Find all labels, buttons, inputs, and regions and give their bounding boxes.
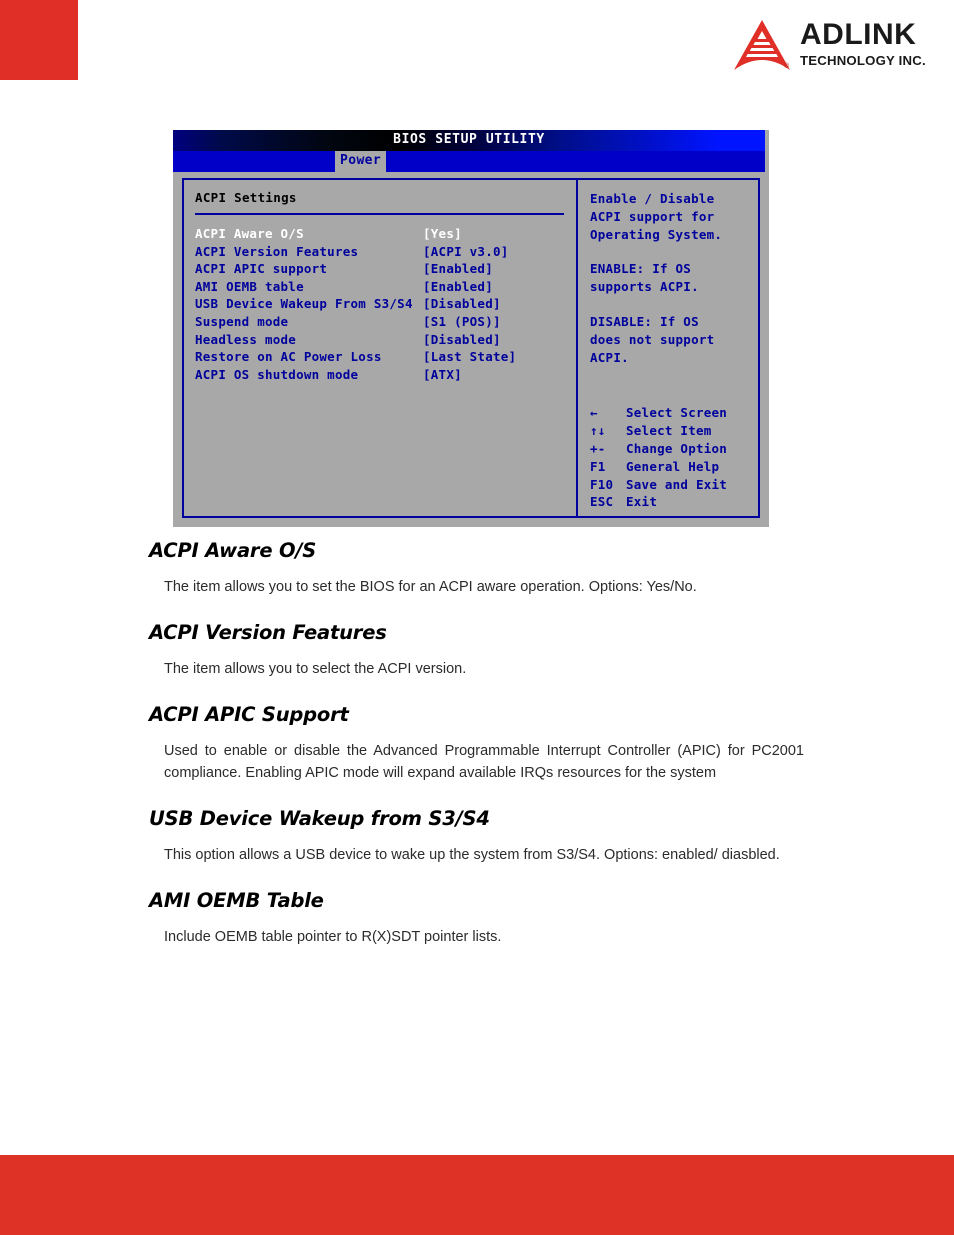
bios-tab-bar: Power [173,151,765,172]
option-label: Restore on AC Power Loss [195,349,382,365]
tab-power[interactable]: Power [335,151,387,172]
header-corner-block [0,0,78,80]
key-hint-key: F1 [590,458,606,474]
option-value: [ACPI v3.0] [423,243,509,259]
bios-body: ACPI Settings ACPI Aware O/S [Yes] ACPI … [173,172,769,527]
key-hint-row: ↑↓ Select Item [590,422,758,440]
section-body: Used to enable or disable the Advanced P… [164,743,804,781]
key-hint-desc: Change Option [626,440,728,456]
registered-mark: ® [784,63,790,70]
key-hint-desc: General Help [626,458,720,474]
section-title: AMI OEMB Table [149,889,324,912]
help-text: Enable / Disable [590,191,715,206]
section-body: This option allows a USB device to wake … [164,847,780,863]
section-title: ACPI Aware O/S [149,539,317,562]
doc-section: USB Device Wakeup from S3/S4 This option… [149,808,809,866]
bios-settings-panel: ACPI Settings ACPI Aware O/S [Yes] ACPI … [182,178,576,518]
bios-option-row[interactable]: AMI OEMB table [Enabled] [195,278,576,296]
option-value: [S1 (POS)] [423,313,501,329]
option-label: ACPI OS shutdown mode [195,366,359,382]
option-label: ACPI Version Features [195,243,359,259]
section-body: The item allows you to set the BIOS for … [164,579,697,595]
key-hint-desc: Save and Exit [626,476,728,492]
option-value: [Enabled] [423,278,493,294]
bios-option-row[interactable]: Headless mode [Disabled] [195,331,576,349]
help-text: ACPI support for [590,208,715,224]
key-hint-row: ESC Exit [590,493,758,511]
key-hint-row: +- Change Option [590,440,758,458]
key-hint-key: ← [590,405,598,421]
key-hint-desc: Select Screen [626,405,728,421]
section-body: Include OEMB table pointer to R(X)SDT po… [164,929,502,945]
key-hint-desc: Exit [626,494,658,510]
key-hint-desc: Select Item [626,423,712,439]
section-title: ACPI APIC Support [149,703,349,726]
key-hint-key: ESC [590,494,614,510]
bios-option-row[interactable]: ACPI OS shutdown mode [ATX] [195,366,576,384]
bios-option-row[interactable]: Restore on AC Power Loss [Last State] [195,348,576,366]
bios-option-row[interactable]: USB Device Wakeup From S3/S4 [Disabled] [195,295,576,313]
bios-option-row[interactable]: ACPI APIC support [Enabled] [195,260,576,278]
key-hint-key: +- [590,440,606,456]
option-value: [Enabled] [423,261,493,277]
adlink-wordmark: ADLINK TECHNOLOGY INC. [800,20,932,69]
logo-subtitle: TECHNOLOGY INC. [800,53,926,68]
option-value: [Disabled] [423,296,501,312]
option-value: [Yes] [423,226,462,241]
key-hint-row: F10 Save and Exit [590,476,758,494]
option-label: Headless mode [195,331,297,347]
help-text: ENABLE: If OS [590,261,692,277]
help-text: Operating System. [590,226,723,242]
settings-divider [195,213,564,215]
bios-option-row[interactable]: ACPI Aware O/S [Yes] [195,225,576,243]
doc-section: ACPI Version Features The item allows yo… [149,622,809,680]
doc-section: ACPI Aware O/S The item allows you to se… [149,540,809,598]
footer-band [0,1155,954,1235]
help-text: DISABLE: If OS [590,313,699,329]
option-label: ACPI APIC support [195,261,328,277]
option-value: [ATX] [423,366,462,382]
option-label: Suspend mode [195,313,289,329]
help-text: does not support [590,331,715,347]
option-label: AMI OEMB table [195,278,304,294]
bios-option-row[interactable]: Suspend mode [S1 (POS)] [195,313,576,331]
section-title: ACPI Version Features [149,621,387,644]
bios-title: BIOS SETUP UTILITY [393,132,545,147]
key-hint-key: F10 [590,476,614,492]
key-hint-key: ↑↓ [590,423,606,439]
document-body: ACPI Aware O/S The item allows you to se… [149,540,809,972]
help-text: supports ACPI. [590,279,699,295]
settings-heading: ACPI Settings [195,190,297,205]
logo-word: ADLINK [800,18,917,51]
adlink-logo: ® ADLINK TECHNOLOGY INC. [722,16,932,78]
option-value: [Last State] [423,349,517,365]
key-hint-row: F1 General Help [590,458,758,476]
help-text: ACPI. [590,349,629,365]
doc-section: ACPI APIC Support Used to enable or disa… [149,704,809,784]
bios-title-bar: BIOS SETUP UTILITY [173,130,765,151]
section-body: The item allows you to select the ACPI v… [164,661,467,677]
option-label: USB Device Wakeup From S3/S4 [195,296,413,312]
section-title: USB Device Wakeup from S3/S4 [149,807,490,830]
option-label: ACPI Aware O/S [195,226,304,241]
key-hint-row: ← Select Screen [590,404,758,422]
bios-setup-screenshot: BIOS SETUP UTILITY Power ACPI Settings A… [173,130,769,527]
bios-help-panel: Enable / Disable ACPI support for Operat… [576,178,760,518]
bios-option-row[interactable]: ACPI Version Features [ACPI v3.0] [195,243,576,261]
option-value: [Disabled] [423,331,501,347]
doc-section: AMI OEMB Table Include OEMB table pointe… [149,890,809,948]
